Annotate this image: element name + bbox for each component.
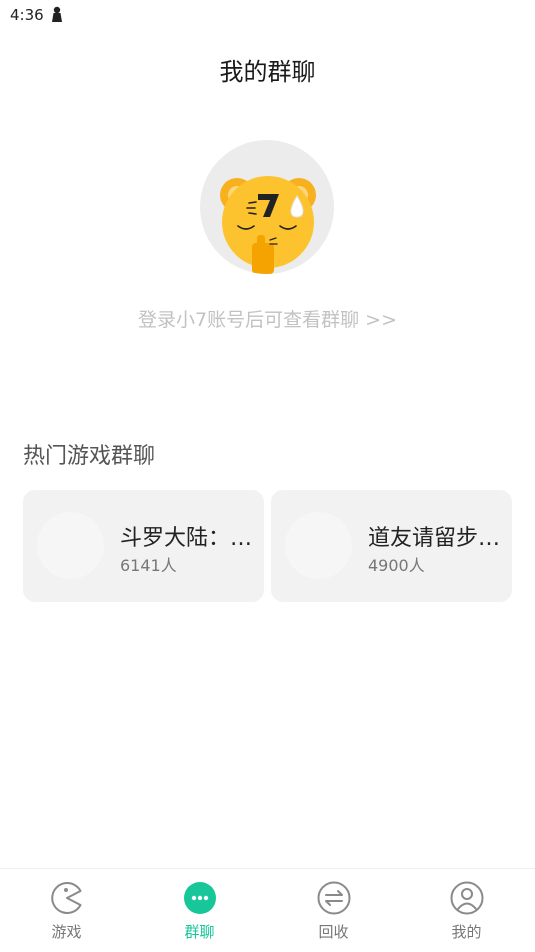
group-avatar [285, 512, 352, 579]
status-bar: 4:36 [0, 0, 535, 30]
login-prompt-link[interactable]: 登录小7账号后可查看群聊 >> [0, 305, 535, 332]
group-card[interactable]: 道友请留步… 4900人 [271, 490, 512, 602]
tab-label: 我的 [451, 923, 482, 941]
tab-label: 回收 [318, 923, 349, 941]
group-member-count: 4900人 [368, 556, 425, 575]
group-name: 道友请留步… [368, 526, 501, 551]
group-name: 斗罗大陆：… [120, 526, 253, 551]
tab-profile[interactable]: 我的 [400, 869, 533, 952]
bottom-tab-bar: 游戏 群聊 回收 我的 [0, 868, 535, 952]
chat-bubble-icon [184, 882, 216, 914]
pacman-icon [51, 881, 82, 914]
notification-icon [52, 6, 62, 22]
exchange-arrows-icon [317, 881, 351, 915]
tab-group-chat[interactable]: 群聊 [133, 869, 266, 952]
user-profile-icon [450, 881, 484, 915]
tab-recycle[interactable]: 回收 [267, 869, 400, 952]
group-avatar [37, 512, 104, 579]
avatar [200, 140, 334, 274]
group-member-count: 6141人 [120, 556, 177, 575]
tab-label: 群聊 [184, 923, 215, 941]
tab-label: 游戏 [51, 923, 82, 941]
status-time: 4:36 [10, 6, 44, 24]
group-card[interactable]: 斗罗大陆：… 6141人 [23, 490, 264, 602]
page-title: 我的群聊 [219, 58, 316, 86]
section-title-hot-groups: 热门游戏群聊 [23, 444, 156, 469]
mascot-shush-icon [220, 176, 316, 274]
tab-games[interactable]: 游戏 [0, 869, 133, 952]
